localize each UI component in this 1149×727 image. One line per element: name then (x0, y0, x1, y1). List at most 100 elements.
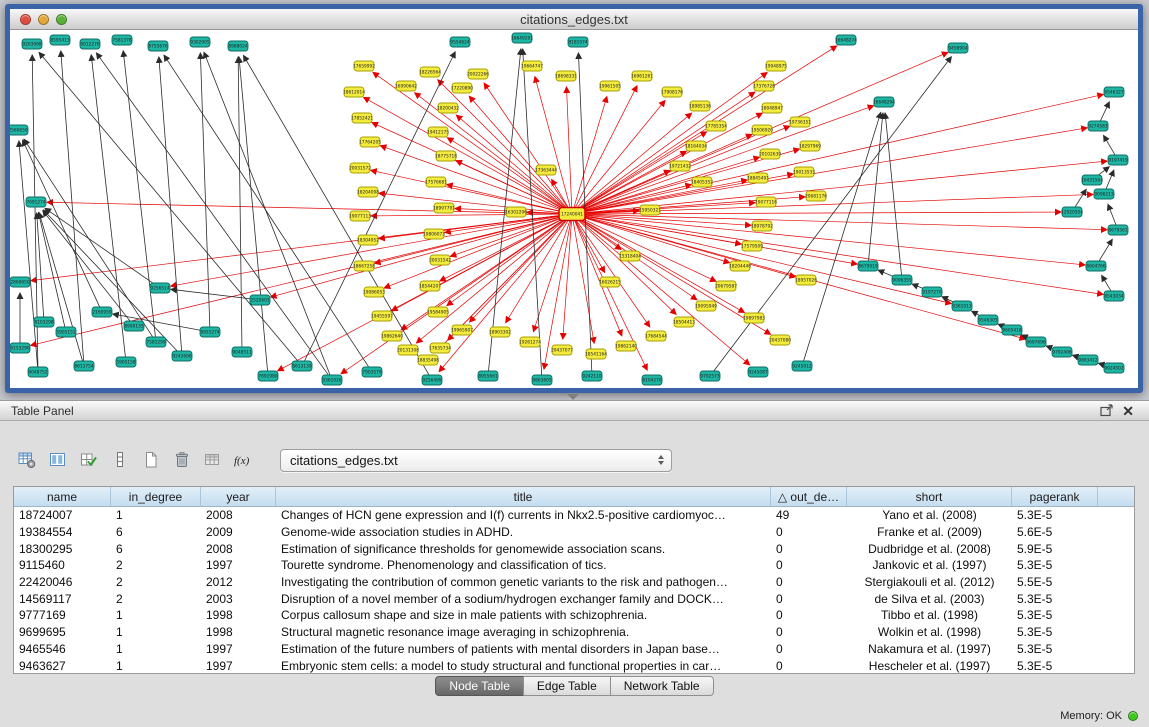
network-edge[interactable] (456, 115, 568, 211)
cell-name: 18724007 (14, 508, 111, 522)
network-node-label: 20102639 (759, 152, 781, 158)
edit-column-icon[interactable] (76, 448, 102, 472)
network-edge[interactable] (159, 57, 182, 351)
network-edge[interactable] (45, 208, 156, 285)
new-file-icon[interactable] (138, 448, 164, 472)
network-node-label: 18048947 (761, 106, 783, 112)
network-edge[interactable] (164, 55, 369, 368)
network-edge[interactable] (238, 57, 242, 347)
network-edge[interactable] (371, 170, 567, 213)
column-header-year[interactable]: year (201, 487, 276, 506)
table-row[interactable]: 977716911998Corpus callosum shape and si… (14, 607, 1134, 624)
network-edge[interactable] (371, 214, 567, 216)
window-titlebar[interactable]: citations_edges.txt (10, 9, 1138, 30)
column-header-in_degree[interactable]: in_degree (111, 487, 201, 506)
network-edge[interactable] (1108, 204, 1116, 225)
node-table: namein_degreeyeartitle△ out_de…shortpage… (13, 486, 1135, 674)
tab-node-table[interactable]: Node Table (435, 676, 524, 696)
network-edge[interactable] (171, 215, 567, 286)
cell-name: 22420046 (14, 575, 111, 589)
combo-arrows-icon (658, 455, 664, 465)
column-header-name[interactable]: name (14, 487, 111, 506)
network-edge[interactable] (47, 202, 567, 214)
network-edge[interactable] (1102, 275, 1112, 291)
table-row[interactable]: 911546021997Tourette syndrome. Phenomeno… (14, 557, 1134, 574)
column-header-pagerank[interactable]: pagerank (1012, 487, 1098, 506)
network-canvas[interactable]: 9203998859541390122767581378875567693029… (10, 30, 1138, 387)
show-columns-icon[interactable] (45, 448, 71, 472)
cell-out_degree: 0 (771, 642, 847, 656)
table-row[interactable]: 1872400712008Changes of HCN gene express… (14, 507, 1134, 524)
table-options-icon[interactable] (14, 448, 40, 472)
zoom-window-button[interactable] (56, 14, 67, 25)
close-panel-icon[interactable]: ✕ (1118, 404, 1138, 418)
network-edge[interactable] (1106, 170, 1114, 189)
network-edge[interactable] (1104, 135, 1116, 155)
cell-out_degree: 0 (771, 575, 847, 589)
table-row[interactable]: 946554611997Estimation of the future num… (14, 641, 1134, 658)
network-edge[interactable] (1075, 189, 1087, 207)
cell-year: 1997 (201, 642, 276, 656)
network-edge[interactable] (1099, 239, 1113, 261)
function-icon[interactable]: f(x) (231, 448, 257, 472)
network-edge[interactable] (868, 113, 882, 261)
network-edge[interactable] (484, 83, 569, 210)
minimize-window-button[interactable] (38, 14, 49, 25)
network-edge[interactable] (39, 213, 83, 362)
network-edge[interactable] (574, 86, 637, 210)
network-edge[interactable] (31, 215, 567, 345)
column-header-title[interactable]: title (276, 487, 771, 506)
table-row[interactable]: 1830029562008Estimation of significance … (14, 540, 1134, 557)
network-edge[interactable] (566, 87, 571, 209)
network-edge[interactable] (577, 215, 1103, 295)
network-edge[interactable] (577, 214, 1107, 230)
network-edge[interactable] (576, 216, 744, 312)
network-edge[interactable] (1100, 102, 1109, 122)
column-icon[interactable] (107, 448, 133, 472)
network-edge[interactable] (576, 217, 770, 335)
network-edge[interactable] (577, 214, 1085, 264)
table-row[interactable]: 969969511998Structural magnetic resonanc… (14, 624, 1134, 641)
import-table-icon[interactable] (200, 448, 226, 472)
network-edge[interactable] (61, 51, 84, 361)
network-edge[interactable] (438, 80, 569, 211)
network-edge[interactable] (380, 146, 567, 213)
cell-year: 1998 (201, 625, 276, 639)
network-node-label: 20437077 (551, 348, 573, 354)
memory-status-label: Memory: OK (1060, 710, 1122, 722)
network-edge[interactable] (37, 213, 44, 317)
close-window-button[interactable] (20, 14, 31, 25)
network-table-selector[interactable]: citations_edges.txt (280, 449, 672, 472)
network-edge[interactable] (123, 51, 155, 337)
table-row[interactable]: 946362711997Embryonic stem cells: a mode… (14, 657, 1134, 673)
network-edge[interactable] (885, 113, 901, 275)
network-edge[interactable] (38, 213, 64, 327)
network-node-label: 18985136 (689, 104, 711, 110)
network-edge[interactable] (43, 211, 131, 322)
network-edge[interactable] (713, 57, 951, 372)
cell-pagerank: 5.6E-5 (1012, 525, 1098, 539)
network-node-label: 9792406 (1052, 350, 1071, 356)
table-row[interactable]: 1938455462009Genome-wide association stu… (14, 524, 1134, 541)
network-node-label: 7691274 (26, 200, 45, 206)
network-edge[interactable] (576, 113, 762, 212)
network-graph[interactable]: 9203998859541390122767581378875567693029… (10, 30, 1138, 387)
network-edge[interactable] (364, 97, 568, 211)
cell-pagerank: 5.3E-5 (1012, 558, 1098, 572)
tab-network-table[interactable]: Network Table (610, 676, 714, 696)
network-edge[interactable] (576, 217, 676, 314)
network-edge[interactable] (278, 216, 568, 370)
float-panel-icon[interactable] (1096, 404, 1118, 417)
table-row[interactable]: 2242004622012Investigating the contribut… (14, 574, 1134, 591)
table-row[interactable]: 1456911722003Disruption of a novel membe… (14, 590, 1134, 607)
network-edge[interactable] (239, 57, 268, 371)
network-node-label: 19506920 (751, 128, 773, 134)
network-edge[interactable] (23, 140, 100, 307)
tab-edge-table[interactable]: Edge Table (523, 676, 611, 696)
network-edge[interactable] (204, 52, 330, 375)
column-header-filler (1098, 487, 1134, 506)
network-edge[interactable] (200, 53, 209, 327)
delete-icon[interactable] (169, 448, 195, 472)
column-header-short[interactable]: short (847, 487, 1012, 506)
column-header-out_degree[interactable]: △ out_de… (771, 487, 847, 506)
